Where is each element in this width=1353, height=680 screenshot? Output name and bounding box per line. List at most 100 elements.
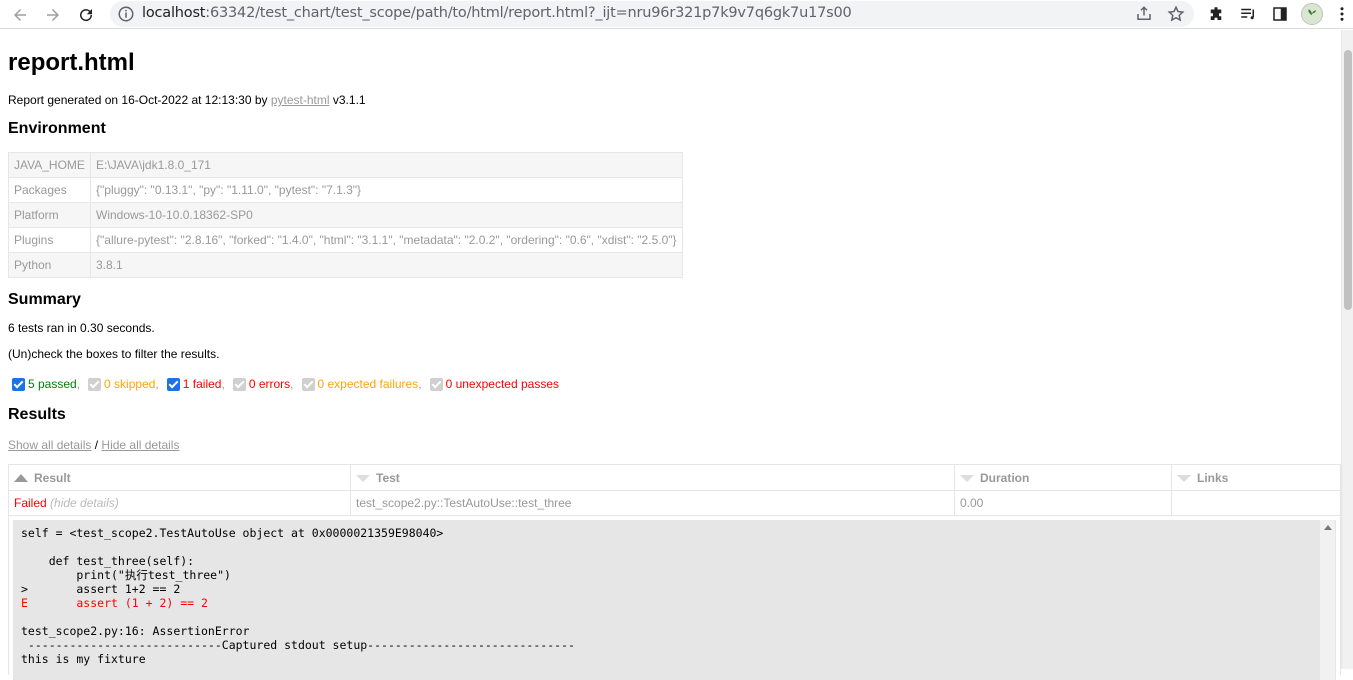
reload-icon [80, 9, 93, 22]
side-panel-icon[interactable] [1271, 5, 1289, 23]
filter-passed-label: 5 passed [28, 377, 77, 391]
environment-row: Packages {"pluggy": "0.13.1", "py": "1.11… [8, 177, 683, 203]
filter-errors[interactable]: 0 errors [232, 377, 291, 391]
duration-cell: 0.00 [954, 490, 1172, 516]
environment-row: Python 3.8.1 [8, 252, 683, 278]
result-filters: 5 passed, 0 skipped, 1 failed, 0 errors,… [12, 377, 559, 391]
column-result[interactable]: Result [8, 464, 351, 491]
column-duration[interactable]: Duration [954, 464, 1172, 491]
scrollbar-thumb[interactable] [1344, 50, 1352, 310]
browser-toolbar: localhost:63342/test_chart/test_scope/pa… [0, 0, 1353, 29]
results-table: Result Test Duration Links Failed (hide … [8, 464, 1341, 516]
sort-icon [960, 474, 974, 482]
log-line: print("执行test_three") [21, 568, 231, 582]
environment-value: E:\JAVA\jdk1.8.0_171 [90, 152, 683, 178]
arrow-right-icon [47, 9, 59, 21]
url-path: :63342/test_chart/test_scope/path/to/htm… [205, 5, 852, 21]
page-title: report.html [8, 49, 135, 76]
log-line: E assert (1 + 2) == 2 [21, 596, 208, 610]
environment-value: 3.8.1 [90, 252, 683, 278]
sort-icon [1177, 474, 1191, 482]
filter-xpassed[interactable]: 0 unexpected passes [429, 377, 559, 391]
environment-row: Platform Windows-10-10.0.18362-SP0 [8, 202, 683, 228]
extensions-icon[interactable] [1207, 5, 1225, 23]
environment-value: {"pluggy": "0.13.1", "py": "1.11.0", "py… [90, 177, 683, 203]
results-header-row: Result Test Duration Links [8, 464, 1341, 491]
url-host: localhost [142, 5, 206, 21]
url-text[interactable]: localhost:63342/test_chart/test_scope/pa… [142, 5, 852, 21]
tests-ran-text: 6 tests ran in 0.30 seconds. [8, 321, 155, 335]
log-cell: self = <test_scope2.TestAutoUse object a… [8, 515, 1341, 680]
summary-heading: Summary [8, 291, 81, 308]
test-name-cell: test_scope2.py::TestAutoUse::test_three [350, 490, 955, 516]
filter-xpassed-label: 0 unexpected passes [445, 377, 559, 391]
address-bar[interactable]: localhost:63342/test_chart/test_scope/pa… [110, 1, 1194, 27]
checkbox-passed[interactable] [12, 377, 25, 391]
filter-failed[interactable]: 1 failed [166, 377, 221, 391]
filter-xfailed-label: 0 expected failures [317, 377, 419, 391]
column-links[interactable]: Links [1171, 464, 1341, 491]
reading-list-icon[interactable] [1239, 5, 1257, 23]
filter-xfailed[interactable]: 0 expected failures [301, 377, 419, 391]
hide-details-toggle[interactable]: (hide details) [50, 496, 119, 510]
results-heading: Results [8, 406, 66, 423]
menu-kebab-icon[interactable] [1335, 5, 1349, 23]
failure-log[interactable]: self = <test_scope2.TestAutoUse object a… [13, 520, 1336, 680]
filter-skipped[interactable]: 0 skipped [88, 377, 155, 391]
sort-asc-icon [14, 474, 28, 483]
environment-key: JAVA_HOME [8, 152, 91, 178]
reload-button[interactable] [74, 3, 98, 27]
result-status: Failed [14, 496, 47, 510]
share-icon[interactable] [1135, 5, 1153, 23]
log-line: self = <test_scope2.TestAutoUse object a… [21, 526, 444, 540]
forward-button[interactable] [41, 3, 65, 27]
environment-table: JAVA_HOME E:\JAVA\jdk1.8.0_171 Packages {"p… [8, 152, 683, 278]
generated-line: Report generated on 16-Oct-2022 at 12:13… [8, 93, 366, 107]
environment-key: Python [8, 252, 91, 278]
checkbox-xfailed[interactable] [301, 377, 315, 391]
filter-errors-label: 0 errors [248, 377, 291, 391]
environment-row: JAVA_HOME E:\JAVA\jdk1.8.0_171 [8, 152, 683, 178]
log-line: def test_three(self): [21, 554, 195, 568]
checkbox-skipped[interactable] [88, 377, 102, 391]
table-row[interactable]: Failed (hide details) test_scope2.py::Te… [8, 490, 1341, 516]
checkbox-errors[interactable] [232, 377, 246, 391]
links-cell [1171, 490, 1341, 516]
checkbox-xpassed[interactable] [429, 377, 443, 391]
log-line: test_scope2.py:16: AssertionError [21, 624, 250, 638]
environment-row: Plugins {"allure-pytest": "2.8.16", "fork… [8, 227, 683, 253]
plant-icon [1308, 9, 1317, 20]
log-line: this is my fixture [21, 652, 146, 666]
environment-key: Packages [8, 177, 91, 203]
hide-all-details-link[interactable]: Hide all details [101, 438, 179, 452]
filter-passed[interactable]: 5 passed [12, 377, 77, 391]
back-button[interactable] [8, 3, 32, 27]
log-line: ----------------------------Captured std… [21, 638, 575, 652]
info-icon[interactable] [117, 5, 135, 23]
pytest-html-link[interactable]: pytest-html [271, 93, 330, 107]
column-result-label: Result [34, 470, 71, 485]
environment-key: Plugins [8, 227, 91, 253]
result-cell[interactable]: Failed (hide details) [8, 490, 351, 516]
environment-heading: Environment [8, 120, 106, 137]
log-line: > assert 1+2 == 2 [21, 582, 181, 596]
environment-key: Platform [8, 202, 91, 228]
column-links-label: Links [1197, 470, 1229, 485]
show-all-details-link[interactable]: Show all details [8, 438, 91, 452]
generated-prefix: Report generated on 16-Oct-2022 at 12:13… [8, 93, 271, 107]
environment-value: {"allure-pytest": "2.8.16", "forked": "1… [90, 227, 683, 253]
details-divider: / [91, 438, 102, 452]
filter-hint-text: (Un)check the boxes to filter the result… [8, 347, 220, 361]
scroll-up-icon[interactable] [1324, 525, 1332, 530]
star-icon[interactable] [1167, 5, 1185, 23]
column-test[interactable]: Test [350, 464, 955, 491]
log-scrollbar[interactable] [1320, 520, 1335, 680]
page-scrollbar[interactable] [1341, 30, 1353, 669]
filter-skipped-label: 0 skipped [104, 377, 156, 391]
details-toggle: Show all details / Hide all details [8, 438, 179, 452]
environment-value: Windows-10-10.0.18362-SP0 [90, 202, 683, 228]
profile-avatar[interactable] [1301, 3, 1323, 25]
column-duration-label: Duration [980, 470, 1030, 485]
checkbox-failed[interactable] [166, 377, 180, 391]
